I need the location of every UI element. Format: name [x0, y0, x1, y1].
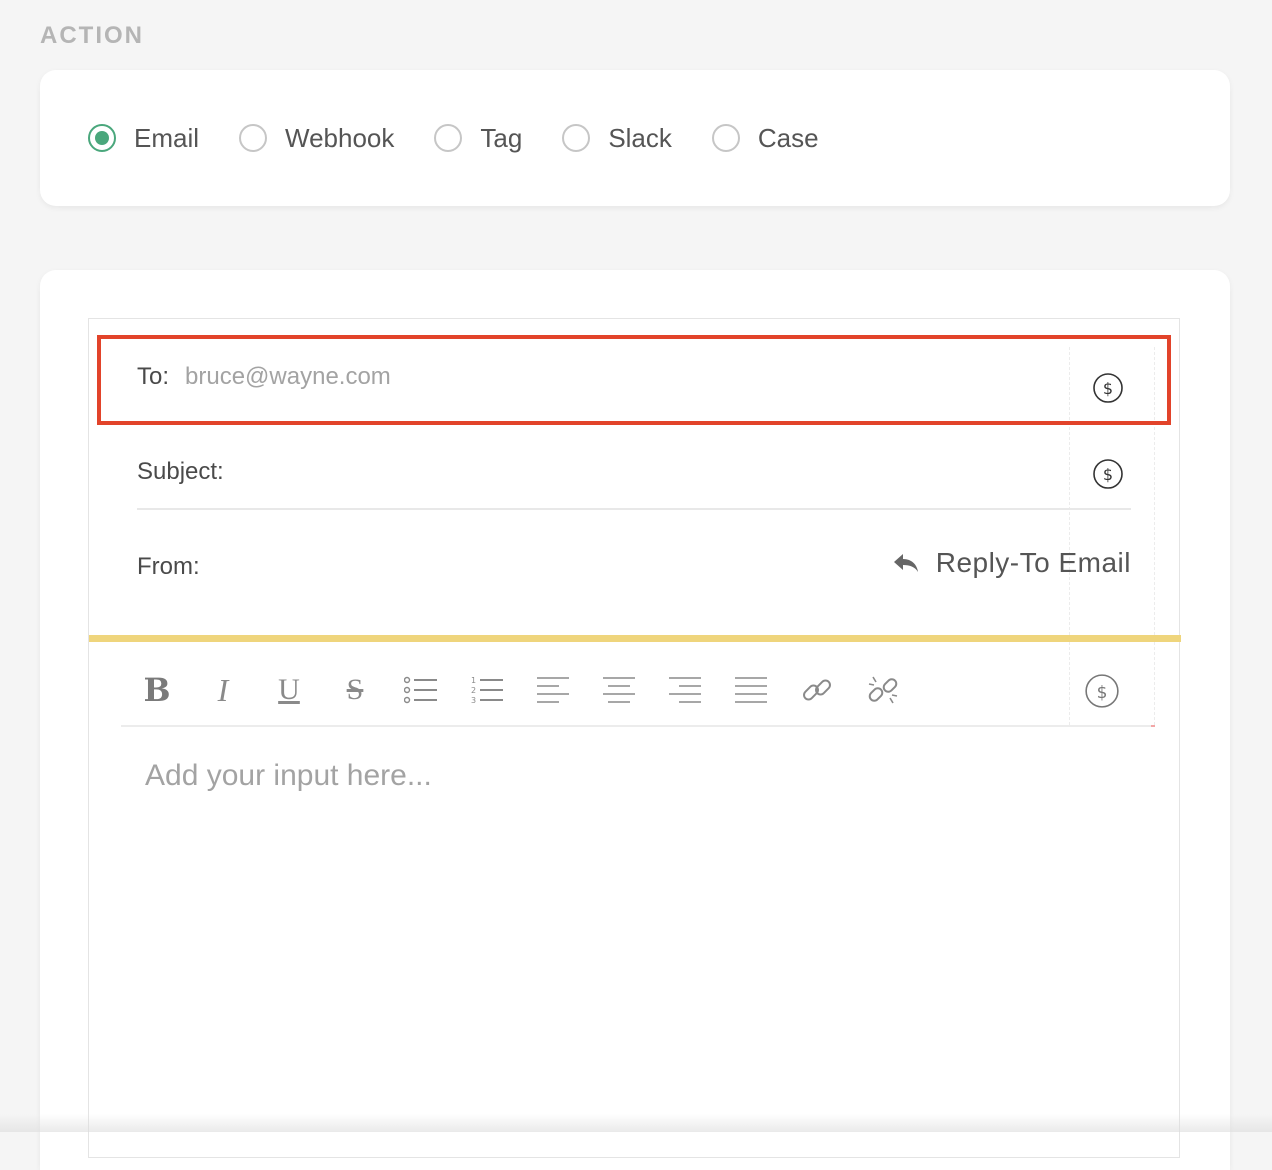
to-input[interactable]: [185, 363, 1131, 391]
svg-text:$: $: [1103, 379, 1113, 398]
reply-to-label: Reply-To Email: [935, 547, 1131, 578]
align-right-icon[interactable]: [667, 672, 703, 708]
radio-label-webhook: Webhook: [285, 122, 395, 153]
radio-label-tag: Tag: [480, 122, 523, 153]
radio-slack[interactable]: Slack: [562, 123, 672, 154]
align-left-icon[interactable]: [535, 672, 571, 708]
section-title: ACTION: [40, 22, 144, 49]
dollar-circle-icon[interactable]: $: [1093, 459, 1123, 489]
underline-icon[interactable]: U: [271, 672, 307, 708]
svg-text:$: $: [1097, 683, 1108, 703]
email-editor-frame: To: $ Subject: $ From: Reply-To Email: [88, 318, 1181, 1158]
svg-text:$: $: [1103, 465, 1113, 484]
radio-unchecked-icon[interactable]: [711, 124, 740, 152]
link-icon[interactable]: [799, 672, 835, 708]
radio-label-slack: Slack: [608, 122, 672, 153]
to-label: To:: [137, 363, 170, 390]
radio-label-case: Case: [757, 122, 819, 153]
radio-unchecked-icon[interactable]: [239, 124, 268, 152]
radio-tag[interactable]: Tag: [434, 123, 522, 154]
from-row: From: Reply-To Email: [137, 539, 1131, 595]
email-composer-card: To: $ Subject: $ From: Reply-To Email: [40, 270, 1230, 1170]
subject-row: Subject:: [137, 444, 1131, 510]
svg-text:1: 1: [471, 676, 476, 685]
unlink-icon[interactable]: [865, 672, 901, 708]
radio-unchecked-icon[interactable]: [562, 124, 591, 152]
radio-label-email: Email: [134, 122, 200, 153]
bullet-list-icon[interactable]: [403, 672, 439, 708]
dollar-circle-icon[interactable]: $: [1085, 674, 1119, 708]
radio-case[interactable]: Case: [711, 122, 819, 154]
numbered-list-icon[interactable]: 1 2 3: [469, 672, 505, 708]
from-label: From:: [137, 553, 200, 580]
radio-email[interactable]: Email: [88, 123, 199, 154]
italic-icon[interactable]: I: [205, 672, 241, 708]
reply-to-email-button[interactable]: Reply-To Email: [892, 547, 1131, 579]
to-row: To:: [137, 349, 1131, 405]
bottom-shadow: [0, 1114, 1272, 1132]
svg-text:2: 2: [471, 686, 476, 695]
radio-checked-icon[interactable]: [88, 124, 116, 152]
align-justify-icon[interactable]: [733, 672, 769, 708]
subject-input[interactable]: [239, 458, 1131, 486]
align-center-icon[interactable]: [601, 672, 637, 708]
divider-bar: [89, 635, 1181, 642]
dollar-circle-icon[interactable]: $: [1093, 373, 1123, 403]
action-type-card: Email Webhook Tag Slack Case: [40, 70, 1230, 206]
bold-icon[interactable]: B: [139, 671, 175, 709]
radio-webhook[interactable]: Webhook: [239, 123, 394, 154]
action-type-radio-group: Email Webhook Tag Slack Case: [88, 118, 859, 158]
radio-unchecked-icon[interactable]: [434, 124, 463, 152]
subject-label: Subject:: [137, 458, 224, 485]
formatting-toolbar: B I U S 1 2 3: [121, 655, 1151, 727]
svg-text:3: 3: [471, 696, 476, 705]
reply-icon: [893, 554, 918, 572]
email-body-editor[interactable]: Add your input here...: [145, 759, 1105, 1139]
strikethrough-icon[interactable]: S: [337, 672, 373, 708]
